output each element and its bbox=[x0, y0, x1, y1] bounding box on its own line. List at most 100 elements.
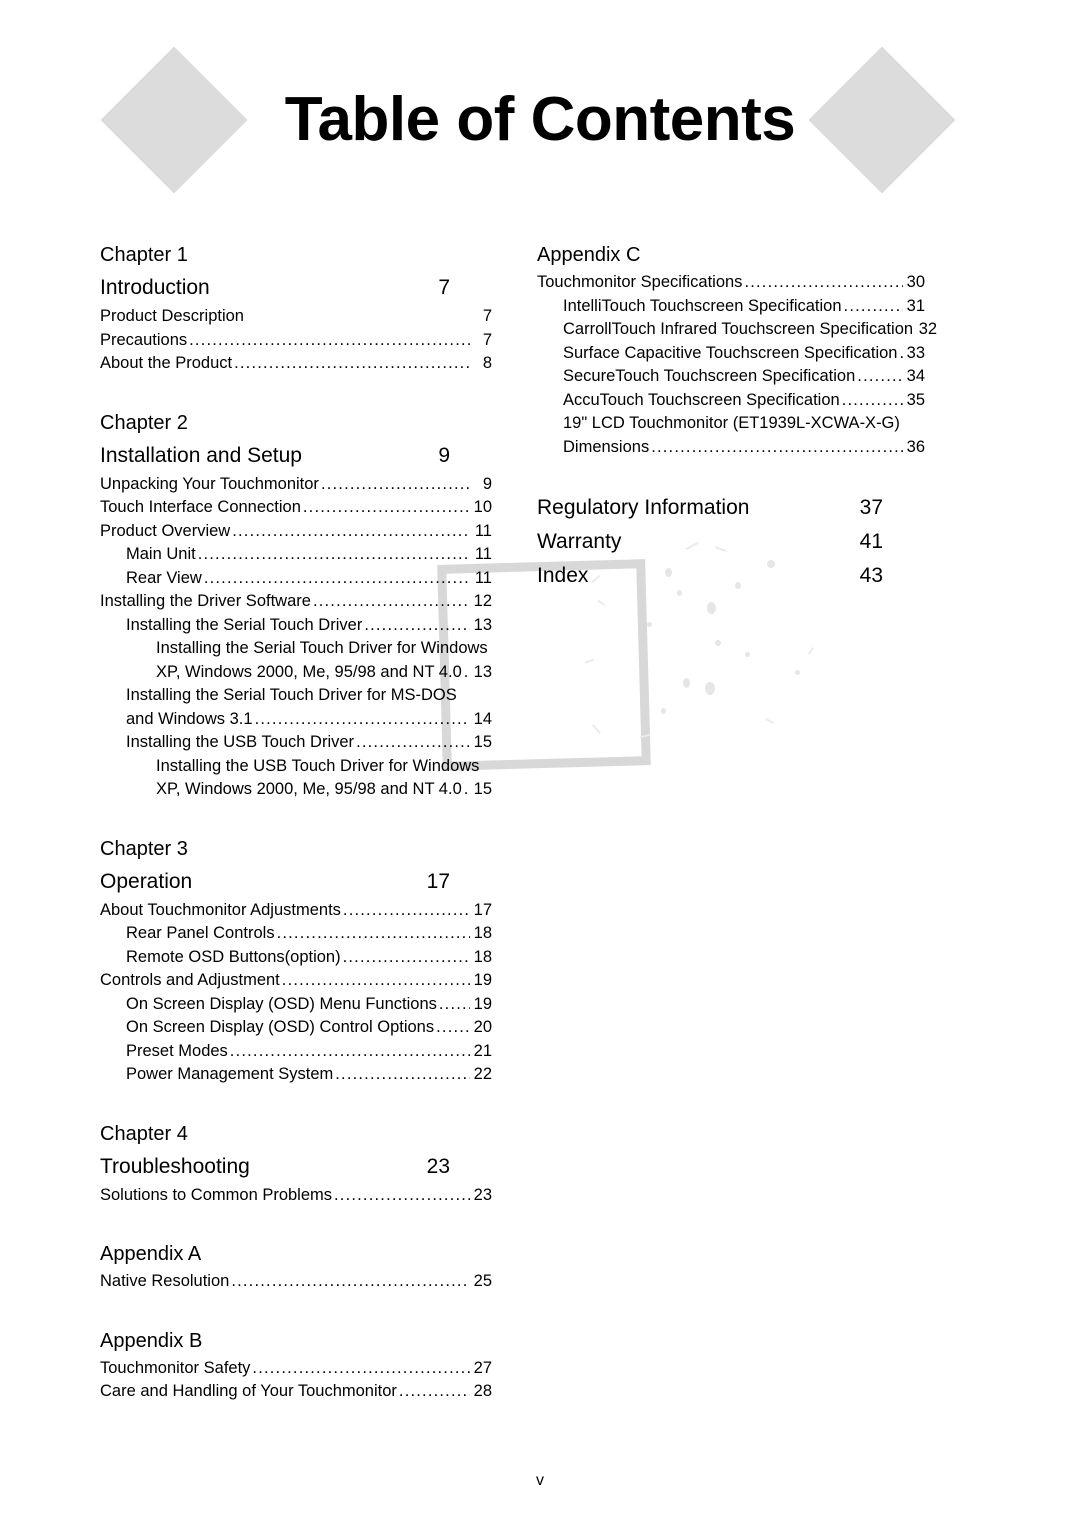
toc-entry-leader-dots: ........................................… bbox=[651, 437, 903, 456]
toc-entry-text: Rear View bbox=[126, 568, 202, 587]
toc-entry[interactable]: AccuTouch Touchscreen Specification ....… bbox=[537, 389, 925, 413]
toc-entry[interactable]: Precautions.............................… bbox=[100, 329, 492, 353]
toc-entry-leader-dots: ........................................… bbox=[463, 780, 470, 798]
toc-entry[interactable]: Product Overview .......................… bbox=[100, 520, 492, 544]
toc-entry-leader-dots: ........................................… bbox=[463, 662, 470, 681]
toc-entry-page-number: 25 bbox=[473, 1272, 492, 1290]
toc-entry[interactable]: Rear Panel Controls ....................… bbox=[100, 922, 492, 946]
toc-column-right: Appendix C Touchmonitor Specifications ..… bbox=[537, 240, 937, 593]
toc-column-left: Chapter 1 Introduction 7 Product Descriptio… bbox=[100, 240, 492, 1404]
toc-entry-page-number: 7 bbox=[482, 330, 492, 349]
toc-heading-text: Regulatory Information bbox=[537, 496, 750, 519]
toc-entry-page-number: 31 bbox=[906, 296, 925, 315]
toc-entry-leader-dots: ........................................… bbox=[841, 390, 903, 409]
toc-entry-leader-dots: ........................................… bbox=[843, 296, 903, 315]
toc-heading-row[interactable]: Warranty 41 bbox=[537, 525, 925, 559]
toc-entry-page-number: 28 bbox=[473, 1382, 492, 1400]
toc-entry-leader-dots: ........................................… bbox=[334, 1185, 470, 1204]
toc-entry-text: Product Description bbox=[100, 307, 244, 325]
toc-entry[interactable]: Installing the USB Touch Driver ........… bbox=[100, 731, 492, 755]
toc-entry-leader-dots: ........................................… bbox=[320, 474, 470, 493]
toc-entry[interactable]: Surface Capacitive Touchscreen Specifica… bbox=[537, 342, 925, 366]
toc-entry[interactable]: Touch Interface Connection .............… bbox=[100, 496, 492, 520]
toc-heading-page-number: 43 bbox=[859, 564, 883, 587]
toc-group-spacer bbox=[100, 376, 492, 408]
toc-entry[interactable]: Controls and Adjustment ................… bbox=[100, 969, 492, 993]
toc-entry-text: Controls and Adjustment bbox=[100, 971, 280, 989]
toc-entry-leader-dots: ........................................… bbox=[231, 1272, 470, 1290]
toc-entry-text: Solutions to Common Problems bbox=[100, 1185, 333, 1204]
toc-entry[interactable]: About Touchmonitor Adjustments .........… bbox=[100, 899, 492, 923]
toc-entry[interactable]: Unpacking Your Touchmonitor.............… bbox=[100, 473, 492, 497]
toc-entry[interactable]: Power Management System ................… bbox=[100, 1063, 492, 1087]
toc-heading-row[interactable]: Troubleshooting 23 bbox=[100, 1150, 492, 1184]
toc-entry-leader-dots: ........................................… bbox=[335, 1065, 470, 1083]
toc-entry[interactable]: Installing the Serial Touch Driver for W… bbox=[100, 637, 492, 661]
toc-entry-page-number: 10 bbox=[473, 498, 492, 516]
toc-entry[interactable]: Product Description.....................… bbox=[100, 305, 492, 329]
toc-entry-leader-dots: ........................................… bbox=[744, 273, 903, 291]
toc-entry[interactable]: Installing the Serial Touch Driver .....… bbox=[100, 614, 492, 638]
toc-entry-text: Installing the Driver Software bbox=[100, 592, 311, 610]
toc-entry-page-number: 13 bbox=[473, 615, 492, 634]
toc-entry-page-number: 34 bbox=[906, 367, 925, 385]
toc-entry[interactable]: Installing the Driver Software .........… bbox=[100, 590, 492, 614]
toc-heading-row[interactable]: Index 43 bbox=[537, 559, 925, 593]
toc-entry[interactable]: IntelliTouch Touchscreen Specification..… bbox=[537, 295, 925, 319]
toc-entry[interactable]: Rear View ..............................… bbox=[100, 567, 492, 591]
toc-entry[interactable]: SecureTouch Touchscreen Specification ..… bbox=[537, 365, 925, 389]
toc-heading-row[interactable]: Regulatory Information 37 bbox=[537, 491, 925, 525]
toc-entry-leader-dots: ........................................… bbox=[899, 342, 903, 366]
toc-entry-page-number: 11 bbox=[474, 545, 492, 563]
toc-entry-text: SecureTouch Touchscreen Specification bbox=[563, 367, 856, 385]
toc-entry[interactable]: and Windows 3.1 ........................… bbox=[100, 708, 492, 732]
toc-entry[interactable]: Native Resolution ......................… bbox=[100, 1270, 492, 1294]
toc-entry[interactable]: Main Unit ..............................… bbox=[100, 543, 492, 567]
toc-entry[interactable]: 19" LCD Touchmonitor (ET1939L-XCWA-X-G).… bbox=[537, 412, 925, 436]
toc-entry[interactable]: On Screen Display (OSD) Menu Functions .… bbox=[100, 993, 492, 1017]
toc-group: Chapter 3 Operation 17 About Touchmonitor A… bbox=[100, 834, 492, 1087]
toc-heading-page-number: 23 bbox=[426, 1154, 450, 1178]
toc-entry-text: Main Unit bbox=[126, 545, 196, 563]
toc-entry[interactable]: Touchmonitor Specifications ............… bbox=[537, 271, 925, 295]
toc-entry-text: and Windows 3.1 bbox=[126, 709, 253, 728]
toc-entry-text: 19" LCD Touchmonitor (ET1939L-XCWA-X-G) bbox=[563, 414, 900, 432]
toc-entry-page-number: 15 bbox=[473, 733, 492, 751]
toc-entry[interactable]: XP, Windows 2000, Me, 95/98 and NT 4.0 .… bbox=[100, 778, 492, 802]
toc-entry-page-number: 18 bbox=[473, 947, 492, 966]
toc-heading-row[interactable]: Installation and Setup 9 bbox=[100, 439, 492, 473]
toc-entry[interactable]: XP, Windows 2000, Me, 95/98 and NT 4.0 .… bbox=[100, 661, 492, 685]
toc-entry-text: Touchmonitor Specifications bbox=[537, 273, 743, 291]
toc-entry-leader-dots: ........................................… bbox=[197, 545, 470, 563]
toc-group-spacer bbox=[537, 459, 925, 491]
toc-entry[interactable]: Touchmonitor Safety ....................… bbox=[100, 1357, 492, 1381]
page-title: Table of Contents bbox=[284, 85, 796, 154]
toc-entry-text: Preset Modes bbox=[126, 1041, 228, 1060]
toc-heading-text: Operation bbox=[100, 869, 193, 893]
toc-entry[interactable]: Remote OSD Buttons(option) .............… bbox=[100, 946, 492, 970]
toc-entry[interactable]: Preset Modes ...........................… bbox=[100, 1040, 492, 1064]
toc-chapter-label: Appendix B bbox=[100, 1329, 203, 1352]
toc-entry-page-number: 13 bbox=[473, 662, 492, 681]
toc-chapter-label: Chapter 2 bbox=[100, 411, 188, 434]
toc-entry[interactable]: CarrollTouch Infrared Touchscreen Specif… bbox=[537, 318, 937, 342]
toc-entry-leader-dots: ........................................… bbox=[232, 521, 470, 540]
toc-entry[interactable]: On Screen Display (OSD) Control Options … bbox=[100, 1016, 492, 1040]
toc-heading-row[interactable]: Introduction 7 bbox=[100, 271, 492, 305]
toc-heading-row[interactable]: Operation 17 bbox=[100, 865, 492, 899]
toc-entry-text: Rear Panel Controls bbox=[126, 924, 275, 942]
toc-entry-page-number: 32 bbox=[918, 320, 938, 338]
toc-entry[interactable]: Dimensions .............................… bbox=[537, 436, 925, 460]
toc-entry-leader-dots: ........................................… bbox=[229, 1041, 470, 1060]
toc-entry-page-number: 11 bbox=[474, 521, 492, 540]
toc-entry-page-number: 35 bbox=[906, 390, 925, 409]
toc-group-spacer bbox=[100, 802, 492, 834]
toc-entry[interactable]: Installing the USB Touch Driver for Wind… bbox=[100, 755, 492, 779]
toc-entry[interactable]: Care and Handling of Your Touchmonitor .… bbox=[100, 1380, 492, 1404]
toc-entry-text: XP, Windows 2000, Me, 95/98 and NT 4.0 bbox=[156, 780, 462, 798]
toc-entry[interactable]: Solutions to Common Problems ...........… bbox=[100, 1184, 492, 1208]
page-header: Table of Contents bbox=[0, 0, 1080, 215]
toc-group-spacer bbox=[100, 1294, 492, 1326]
toc-entry[interactable]: Installing the Serial Touch Driver for M… bbox=[100, 684, 492, 708]
toc-entry[interactable]: About the Product ......................… bbox=[100, 352, 492, 376]
